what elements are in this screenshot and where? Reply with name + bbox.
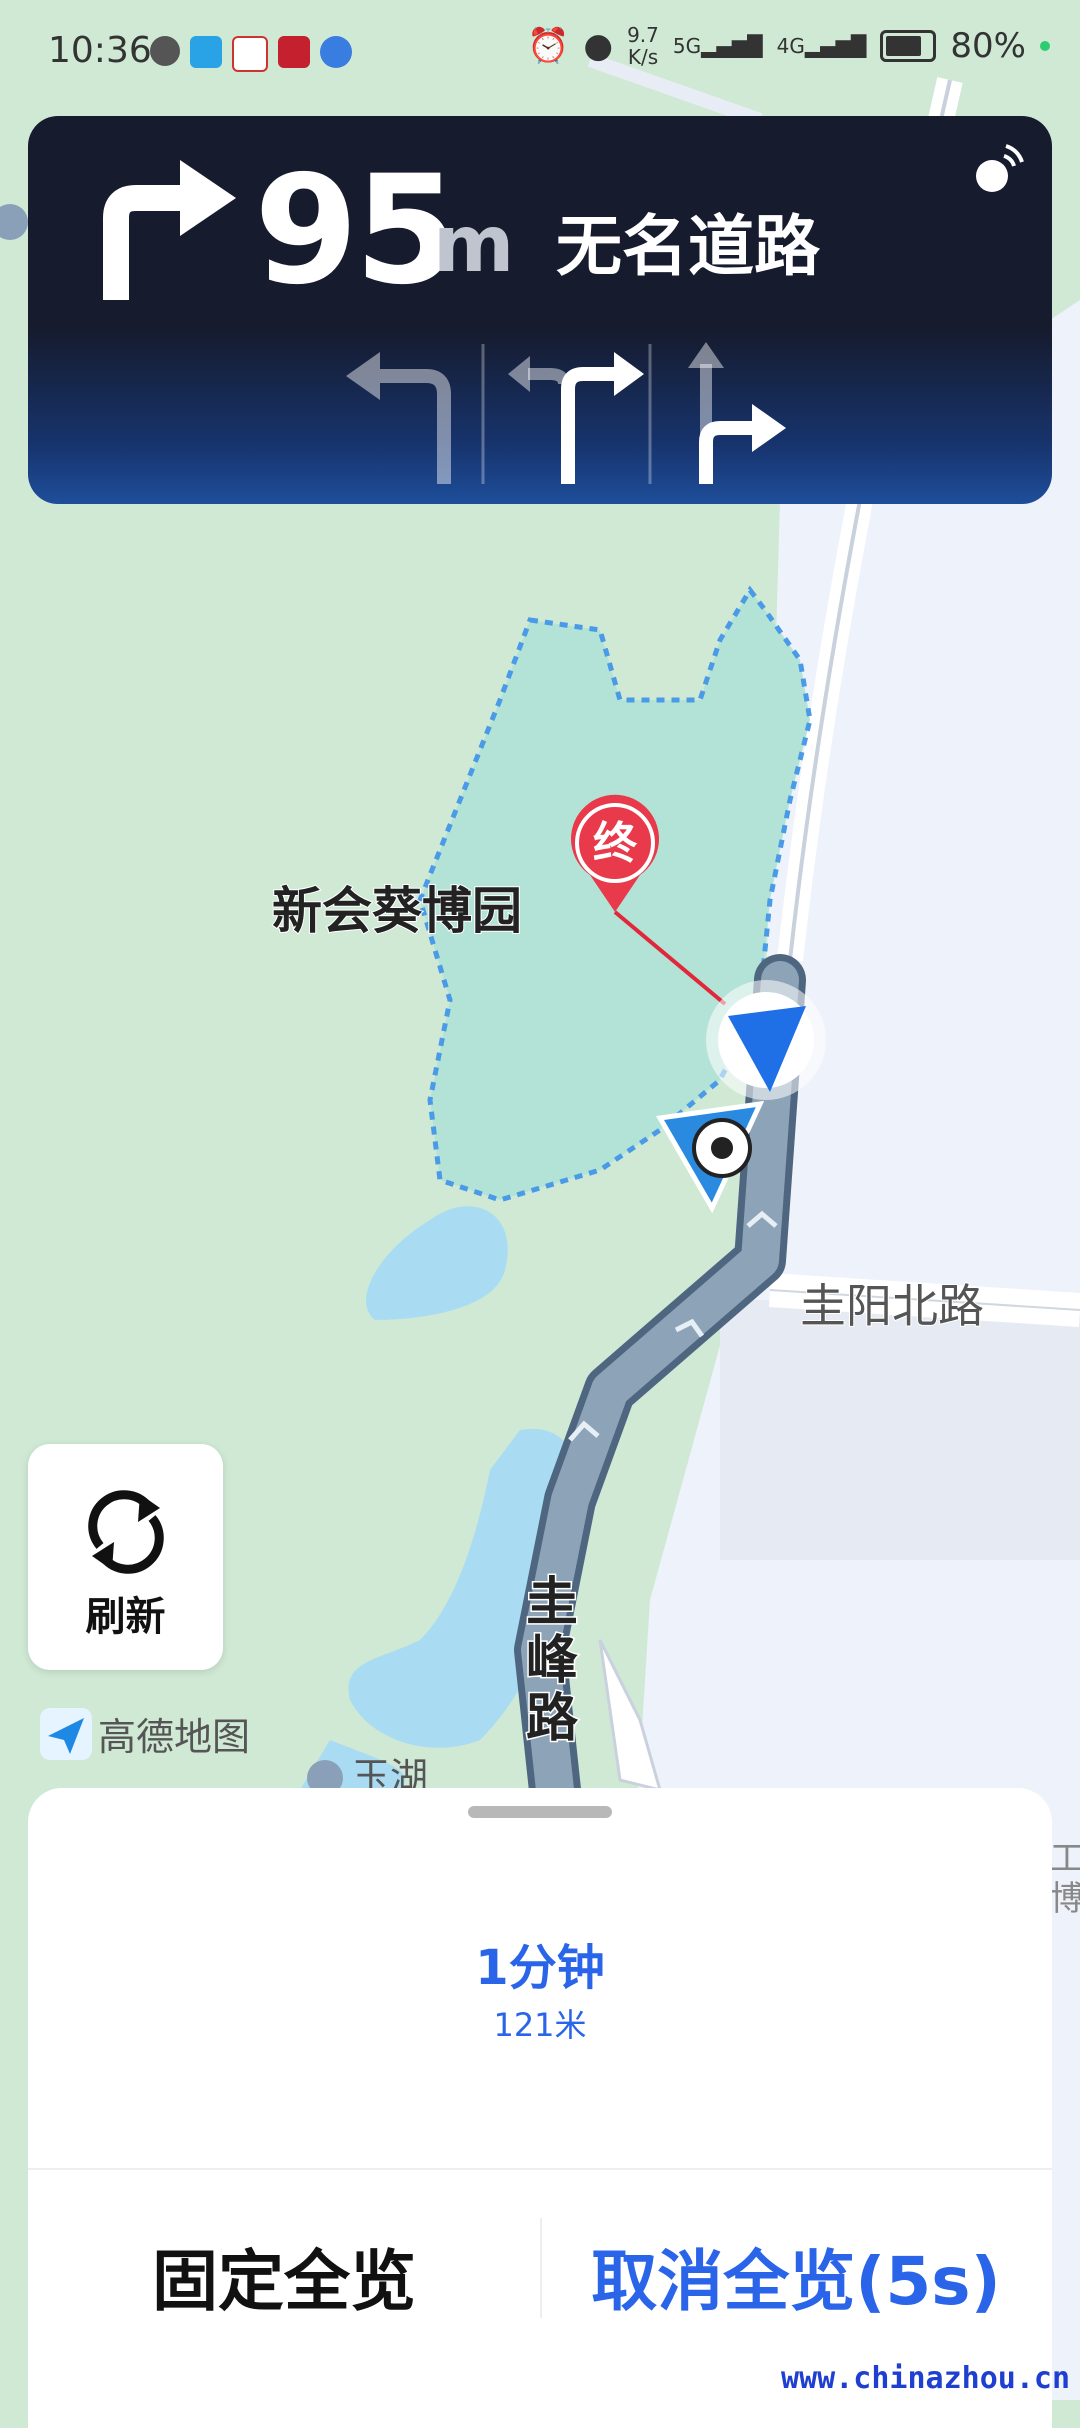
battery-icon bbox=[880, 30, 937, 62]
sheet-drag-handle[interactable] bbox=[468, 1806, 612, 1818]
sheet-divider bbox=[28, 2168, 1052, 2170]
current-location-arrow bbox=[706, 980, 826, 1100]
wechat-icon bbox=[150, 36, 180, 66]
signal-4g-icon: 4G▂▄▆█ bbox=[776, 34, 867, 58]
refresh-icon bbox=[88, 1490, 164, 1574]
cancel-overview-button[interactable]: 取消全览(5s) bbox=[540, 2228, 1052, 2324]
gps-signal-icon[interactable] bbox=[970, 142, 1026, 198]
lane-left-turn-icon bbox=[346, 352, 451, 484]
status-time: 10:36 bbox=[48, 30, 152, 71]
net-speed: 9.7 K/s bbox=[627, 24, 659, 68]
road-label-guifeng-char: 圭 bbox=[526, 1573, 578, 1633]
road-label-guiyang-north: 圭阳北路 bbox=[800, 1279, 984, 1333]
net-speed-unit: K/s bbox=[627, 45, 659, 69]
app-icon-browser bbox=[320, 36, 352, 68]
privacy-dot bbox=[1040, 41, 1050, 51]
location-icon: ● bbox=[583, 26, 614, 66]
poi-icon-left bbox=[0, 204, 28, 240]
lane-guidance bbox=[346, 342, 786, 484]
alarm-icon: ⏰ bbox=[527, 26, 570, 66]
road-label-guifeng-char: 路 bbox=[526, 1689, 579, 1749]
app-icon-bank bbox=[232, 36, 268, 72]
lane-straight-or-right-icon bbox=[688, 342, 786, 484]
watermark: www.chinazhou.cn bbox=[781, 2361, 1070, 2396]
refresh-button[interactable]: 刷新 bbox=[28, 1444, 223, 1670]
lane-left-or-right-icon bbox=[508, 352, 644, 484]
net-speed-value: 9.7 bbox=[627, 23, 659, 47]
battery-percent: 80% bbox=[950, 26, 1026, 66]
status-bar: 10:36 ⏰ ● 9.7 K/s 5G▂▄▆█ 4G▂▄▆█ 80% bbox=[0, 0, 1080, 105]
amap-logo: 高德地图 bbox=[40, 1706, 250, 1761]
pond bbox=[366, 1206, 508, 1320]
road-label-guifeng: 圭峰路 bbox=[526, 1573, 579, 1749]
eta-distance: 121米 bbox=[493, 2006, 587, 2044]
amap-logo-icon bbox=[40, 1707, 92, 1760]
urban-block bbox=[720, 1300, 1080, 1560]
turn-distance-unit: m bbox=[433, 200, 515, 290]
destination-marker-label: 终 bbox=[593, 818, 638, 869]
app-icon-blue bbox=[190, 36, 222, 68]
notification-icons bbox=[150, 36, 352, 72]
turn-right-icon bbox=[103, 160, 236, 300]
amap-logo-text: 高德地图 bbox=[98, 1715, 251, 1759]
route-bottom-sheet[interactable]: 1分钟 121米 固定全览 取消全览(5s) bbox=[28, 1788, 1052, 2428]
eta-time: 1分钟 bbox=[475, 1940, 605, 1996]
app-icon-red bbox=[278, 36, 310, 68]
road-label-guifeng-char: 峰 bbox=[526, 1631, 578, 1691]
park-label: 新会葵博园 bbox=[272, 882, 522, 940]
turn-guidance-card[interactable]: 95 m 无名道路 bbox=[28, 116, 1052, 504]
signal-5g-icon: 5G▂▄▆█ bbox=[672, 34, 763, 58]
fix-overview-button[interactable]: 固定全览 bbox=[28, 2228, 540, 2324]
refresh-label: 刷新 bbox=[85, 1594, 166, 1640]
edge-char-2: 博 bbox=[1050, 1879, 1080, 1919]
next-road-name: 无名道路 bbox=[556, 208, 820, 285]
edge-char-1: 工 bbox=[1050, 1839, 1080, 1879]
status-right: ⏰ ● 9.7 K/s 5G▂▄▆█ 4G▂▄▆█ 80% bbox=[527, 24, 1050, 68]
turn-distance: 95 bbox=[254, 144, 459, 318]
